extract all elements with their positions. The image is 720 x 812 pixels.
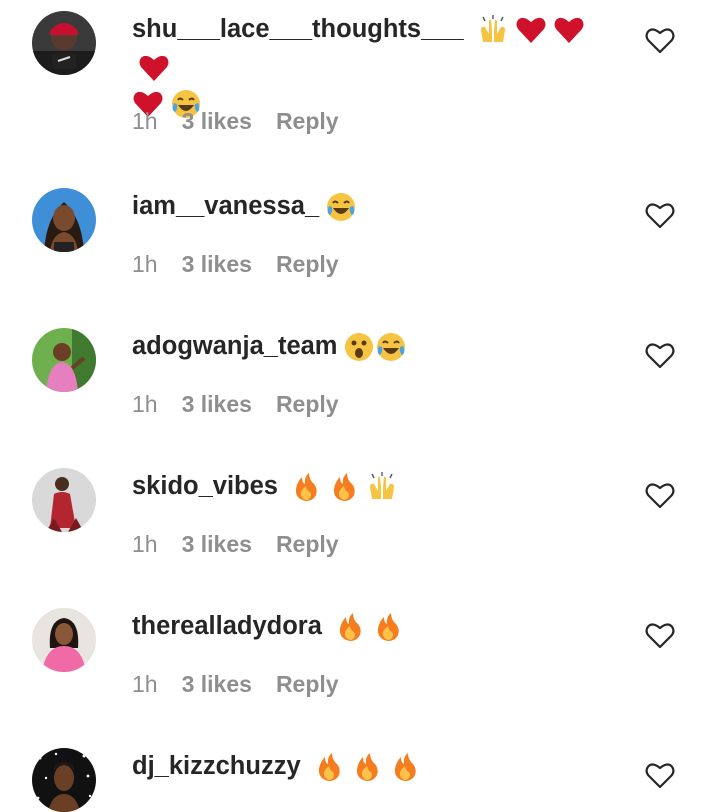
comment-time: 1h [132, 251, 158, 277]
comment-item: iam__vanessa_ 1h 3 likes Reply [0, 177, 720, 317]
heart-icon [138, 52, 170, 84]
comment-item: shu___lace___thoughts___ 1h 3 likes Repl… [0, 0, 720, 140]
comment-likes[interactable]: 3 likes [182, 108, 252, 135]
comment-username[interactable]: adogwanja_team [132, 332, 337, 360]
reply-button[interactable]: Reply [276, 671, 339, 698]
comment-username[interactable]: iam__vanessa_ [132, 192, 319, 220]
heart-outline-icon[interactable] [645, 341, 675, 369]
heart-icon [515, 14, 547, 46]
comment-list: shu___lace___thoughts___ 1h 3 likes Repl… [0, 0, 720, 812]
fire-icon [389, 751, 421, 783]
heart-icon [553, 14, 585, 46]
comment-time: 1h [132, 391, 158, 417]
fire-icon [351, 751, 383, 783]
avatar[interactable] [32, 748, 96, 812]
reply-button[interactable]: Reply [276, 251, 339, 278]
comment-likes[interactable]: 3 likes [182, 531, 252, 558]
raising-hands-icon [477, 14, 509, 46]
fire-icon [290, 471, 322, 503]
joy-emoji-icon [325, 191, 357, 223]
comment-likes[interactable]: 3 likes [182, 391, 252, 418]
comment-time: 1h [132, 531, 158, 557]
comment-username[interactable]: therealladydora [132, 612, 322, 640]
comment-time: 1h [132, 108, 158, 134]
reply-button[interactable]: Reply [276, 391, 339, 418]
comment-item: therealladydora 1h 3 likes Reply [0, 597, 720, 737]
comment-meta: 1h 3 likes Reply [132, 251, 339, 278]
comment-username[interactable]: skido_vibes [132, 472, 278, 500]
avatar[interactable] [32, 468, 96, 532]
fire-icon [313, 751, 345, 783]
reply-button[interactable]: Reply [276, 108, 339, 135]
reply-button[interactable]: Reply [276, 531, 339, 558]
heart-outline-icon[interactable] [645, 481, 675, 509]
comment-username[interactable]: dj_kizzchuzzy [132, 752, 301, 780]
avatar[interactable] [32, 188, 96, 252]
comment-item: dj_kizzchuzzy [0, 737, 720, 812]
fire-icon [334, 611, 366, 643]
heart-outline-icon[interactable] [645, 26, 675, 54]
comment-item: adogwanja_team 1h 3 likes Reply [0, 317, 720, 457]
comment-item: skido_vibes 1h 3 likes Reply [0, 457, 720, 597]
comment-username[interactable]: shu___lace___thoughts___ [132, 15, 464, 43]
comment-meta: 1h 3 likes Reply [132, 531, 339, 558]
heart-outline-icon[interactable] [645, 621, 675, 649]
comment-meta: 1h 3 likes Reply [132, 391, 339, 418]
fire-icon [328, 471, 360, 503]
avatar[interactable] [32, 328, 96, 392]
comment-meta: 1h 3 likes Reply [132, 671, 339, 698]
joy-emoji-icon [375, 331, 407, 363]
heart-outline-icon[interactable] [645, 201, 675, 229]
raising-hands-icon [366, 471, 398, 503]
comment-likes[interactable]: 3 likes [182, 251, 252, 278]
comment-time: 1h [132, 671, 158, 697]
comment-meta: 1h 3 likes Reply [132, 108, 339, 135]
astonished-emoji-icon [343, 331, 375, 363]
avatar[interactable] [32, 11, 96, 75]
fire-icon [372, 611, 404, 643]
heart-outline-icon[interactable] [645, 761, 675, 789]
avatar[interactable] [32, 608, 96, 672]
comment-likes[interactable]: 3 likes [182, 671, 252, 698]
